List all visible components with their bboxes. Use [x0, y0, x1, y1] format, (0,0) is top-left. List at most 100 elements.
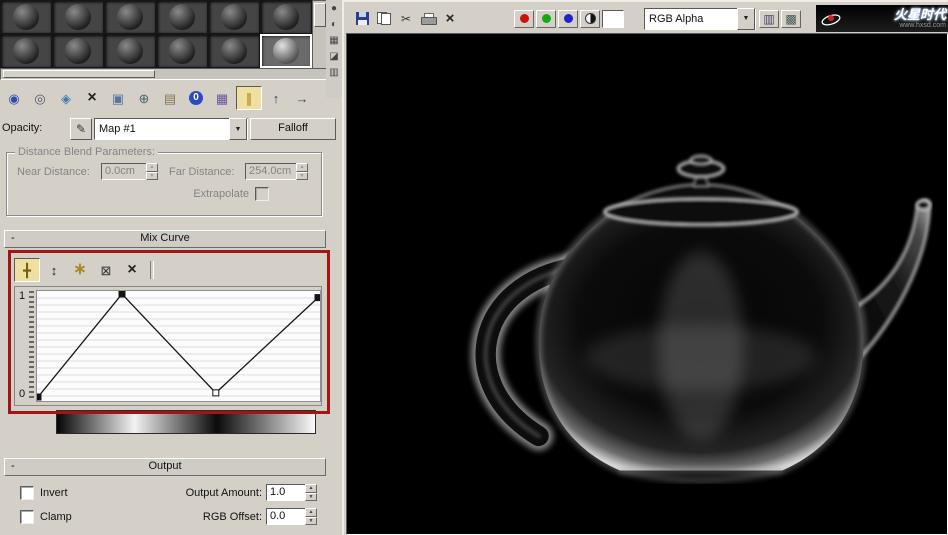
group-title: Distance Blend Parameters:	[15, 146, 158, 158]
map-type-button[interactable]: Falloff	[250, 118, 336, 140]
brand-url-text: www.hxsd.com	[899, 21, 946, 29]
red-channel-button[interactable]	[514, 9, 534, 28]
go-forward-to-sibling-button[interactable]: →	[290, 87, 314, 109]
clamp-checkbox[interactable]	[20, 510, 34, 524]
dropdown-arrow-icon[interactable]: ▼	[229, 118, 247, 140]
background-button[interactable]: ▦	[327, 34, 341, 48]
pick-from-object-button[interactable]: ✎	[70, 118, 92, 140]
sample-slots	[0, 0, 312, 68]
spinner-up-icon[interactable]: ▲	[305, 484, 317, 493]
distance-blend-group: Distance Blend Parameters: Near Distance…	[6, 146, 322, 216]
material-slot[interactable]	[156, 34, 208, 68]
material-slot[interactable]	[104, 0, 156, 34]
assign-material-to-selection-button[interactable]: ◈	[54, 87, 78, 109]
rgb-offset-spinner[interactable]: ▲ ▼	[305, 508, 317, 525]
sample-type-button[interactable]: ●	[327, 2, 341, 16]
put-to-library-button[interactable]: ▤	[158, 87, 182, 109]
material-sphere	[117, 4, 143, 30]
axis-ticks	[29, 291, 34, 399]
go-to-parent-button[interactable]: ↑	[264, 87, 288, 109]
material-slot[interactable]	[52, 34, 104, 68]
output-amount-label: Output Amount:	[185, 487, 262, 499]
near-distance-field[interactable]: 0.0cm	[101, 163, 149, 180]
put-to-library-icon: ▤	[163, 90, 177, 106]
spinner-down-icon[interactable]: ▼	[146, 171, 158, 180]
move-button[interactable]: ╋	[14, 258, 40, 282]
monochrome-button[interactable]	[580, 9, 600, 28]
spinner-up-icon[interactable]: ▲	[146, 163, 158, 172]
backlight-button[interactable]: ◐	[327, 18, 341, 32]
output-amount-spinner[interactable]: ▲ ▼	[305, 484, 317, 501]
sample-uv-tiling-button[interactable]: ◪	[327, 50, 341, 64]
mix-curve-plot[interactable]	[36, 290, 321, 402]
brand-logo-text: 火星时代	[893, 6, 946, 22]
material-slot[interactable]	[0, 0, 52, 34]
material-sphere	[13, 38, 39, 64]
mix-curve-rollout[interactable]: - Mix Curve	[4, 230, 326, 248]
add-point-button[interactable]: ∗	[68, 259, 92, 281]
spinner-down-icon[interactable]: ▼	[296, 171, 308, 180]
reset-map-button[interactable]: ×	[80, 87, 104, 109]
reset-curves-button[interactable]: ×	[120, 259, 144, 281]
video-color-check-button[interactable]: ▥	[327, 66, 341, 80]
material-slot[interactable]	[0, 34, 52, 68]
material-slot[interactable]	[156, 0, 208, 34]
teapot-render	[471, 154, 932, 482]
material-slot[interactable]	[52, 0, 104, 34]
cut-button[interactable]: ✂	[396, 10, 416, 28]
extrapolate-checkbox[interactable]	[255, 187, 269, 201]
brand-text-block: 火星时代 www.hxsd.com	[845, 6, 946, 30]
background-color-swatch[interactable]	[602, 9, 624, 28]
material-slot[interactable]	[208, 34, 260, 68]
delete-point-icon: ⊠	[100, 262, 112, 278]
material-slot[interactable]	[260, 0, 312, 34]
save-bitmap-button[interactable]	[352, 10, 372, 28]
far-distance-spinner[interactable]: ▲ ▼	[296, 163, 308, 180]
blue-channel-button[interactable]	[558, 9, 578, 28]
get-material-button[interactable]: ◉	[2, 87, 26, 109]
spinner-down-icon[interactable]: ▼	[305, 492, 317, 501]
show-map-in-viewport-button[interactable]: ▦	[210, 87, 234, 109]
dropdown-arrow-icon[interactable]: ▼	[737, 7, 755, 30]
near-distance-spinner[interactable]: ▲ ▼	[146, 163, 158, 180]
delete-point-button[interactable]: ⊠	[94, 259, 118, 281]
material-editor-toolbar: ◉ ◎ ◈ × ▣ ⊕ ▤ 0 ▦ ∥ ↑ →	[2, 86, 340, 110]
material-slot-active[interactable]	[260, 34, 312, 68]
scrollbar-thumb[interactable]	[314, 3, 326, 27]
channel-layers-button[interactable]: ▥	[759, 9, 779, 28]
output-rollout[interactable]: - Output	[4, 458, 326, 476]
image-options-button[interactable]: ▩	[781, 9, 801, 28]
curve-toolbar: ╋ ↕ ∗ ⊠ ×	[14, 258, 314, 282]
output-amount-field[interactable]: 1.0	[266, 484, 308, 501]
channel-display-dropdown[interactable]: RGB Alpha ▼	[644, 7, 756, 30]
make-material-copy-button[interactable]: ▣	[106, 87, 130, 109]
rgb-offset-field[interactable]: 0.0	[266, 508, 308, 525]
green-channel-button[interactable]	[536, 9, 556, 28]
print-button[interactable]	[418, 10, 438, 28]
put-material-to-scene-button[interactable]: ◎	[28, 87, 52, 109]
render-canvas[interactable]	[346, 33, 948, 535]
map-name-dropdown[interactable]: Map #1 ▼	[94, 118, 248, 140]
invert-checkbox[interactable]	[20, 486, 34, 500]
clone-window-button[interactable]	[374, 10, 394, 28]
scrollbar-thumb[interactable]	[3, 70, 155, 78]
material-slot[interactable]	[208, 0, 260, 34]
spinner-down-icon[interactable]: ▼	[305, 516, 317, 525]
render-toolbar-channel-group	[514, 9, 624, 28]
make-unique-button[interactable]: ⊕	[132, 87, 156, 109]
green-channel-icon	[541, 14, 551, 23]
clear-button[interactable]: ×	[440, 10, 460, 28]
spinner-up-icon[interactable]: ▲	[296, 163, 308, 172]
show-end-result-button[interactable]: ∥	[236, 86, 262, 110]
image-options-icon: ▩	[785, 11, 797, 26]
assign-material-to-selection-icon: ◈	[61, 90, 71, 106]
material-sphere	[169, 4, 195, 30]
material-id-channel-button[interactable]: 0	[184, 87, 208, 109]
slots-horizontal-scrollbar[interactable]	[0, 68, 328, 80]
material-sphere	[221, 4, 247, 30]
far-distance-field[interactable]: 254.0cm	[245, 163, 299, 180]
material-slot[interactable]	[104, 34, 156, 68]
spinner-up-icon[interactable]: ▲	[305, 508, 317, 517]
map-name-value: Map #1	[99, 123, 136, 135]
scale-point-button[interactable]: ↕	[42, 259, 66, 281]
